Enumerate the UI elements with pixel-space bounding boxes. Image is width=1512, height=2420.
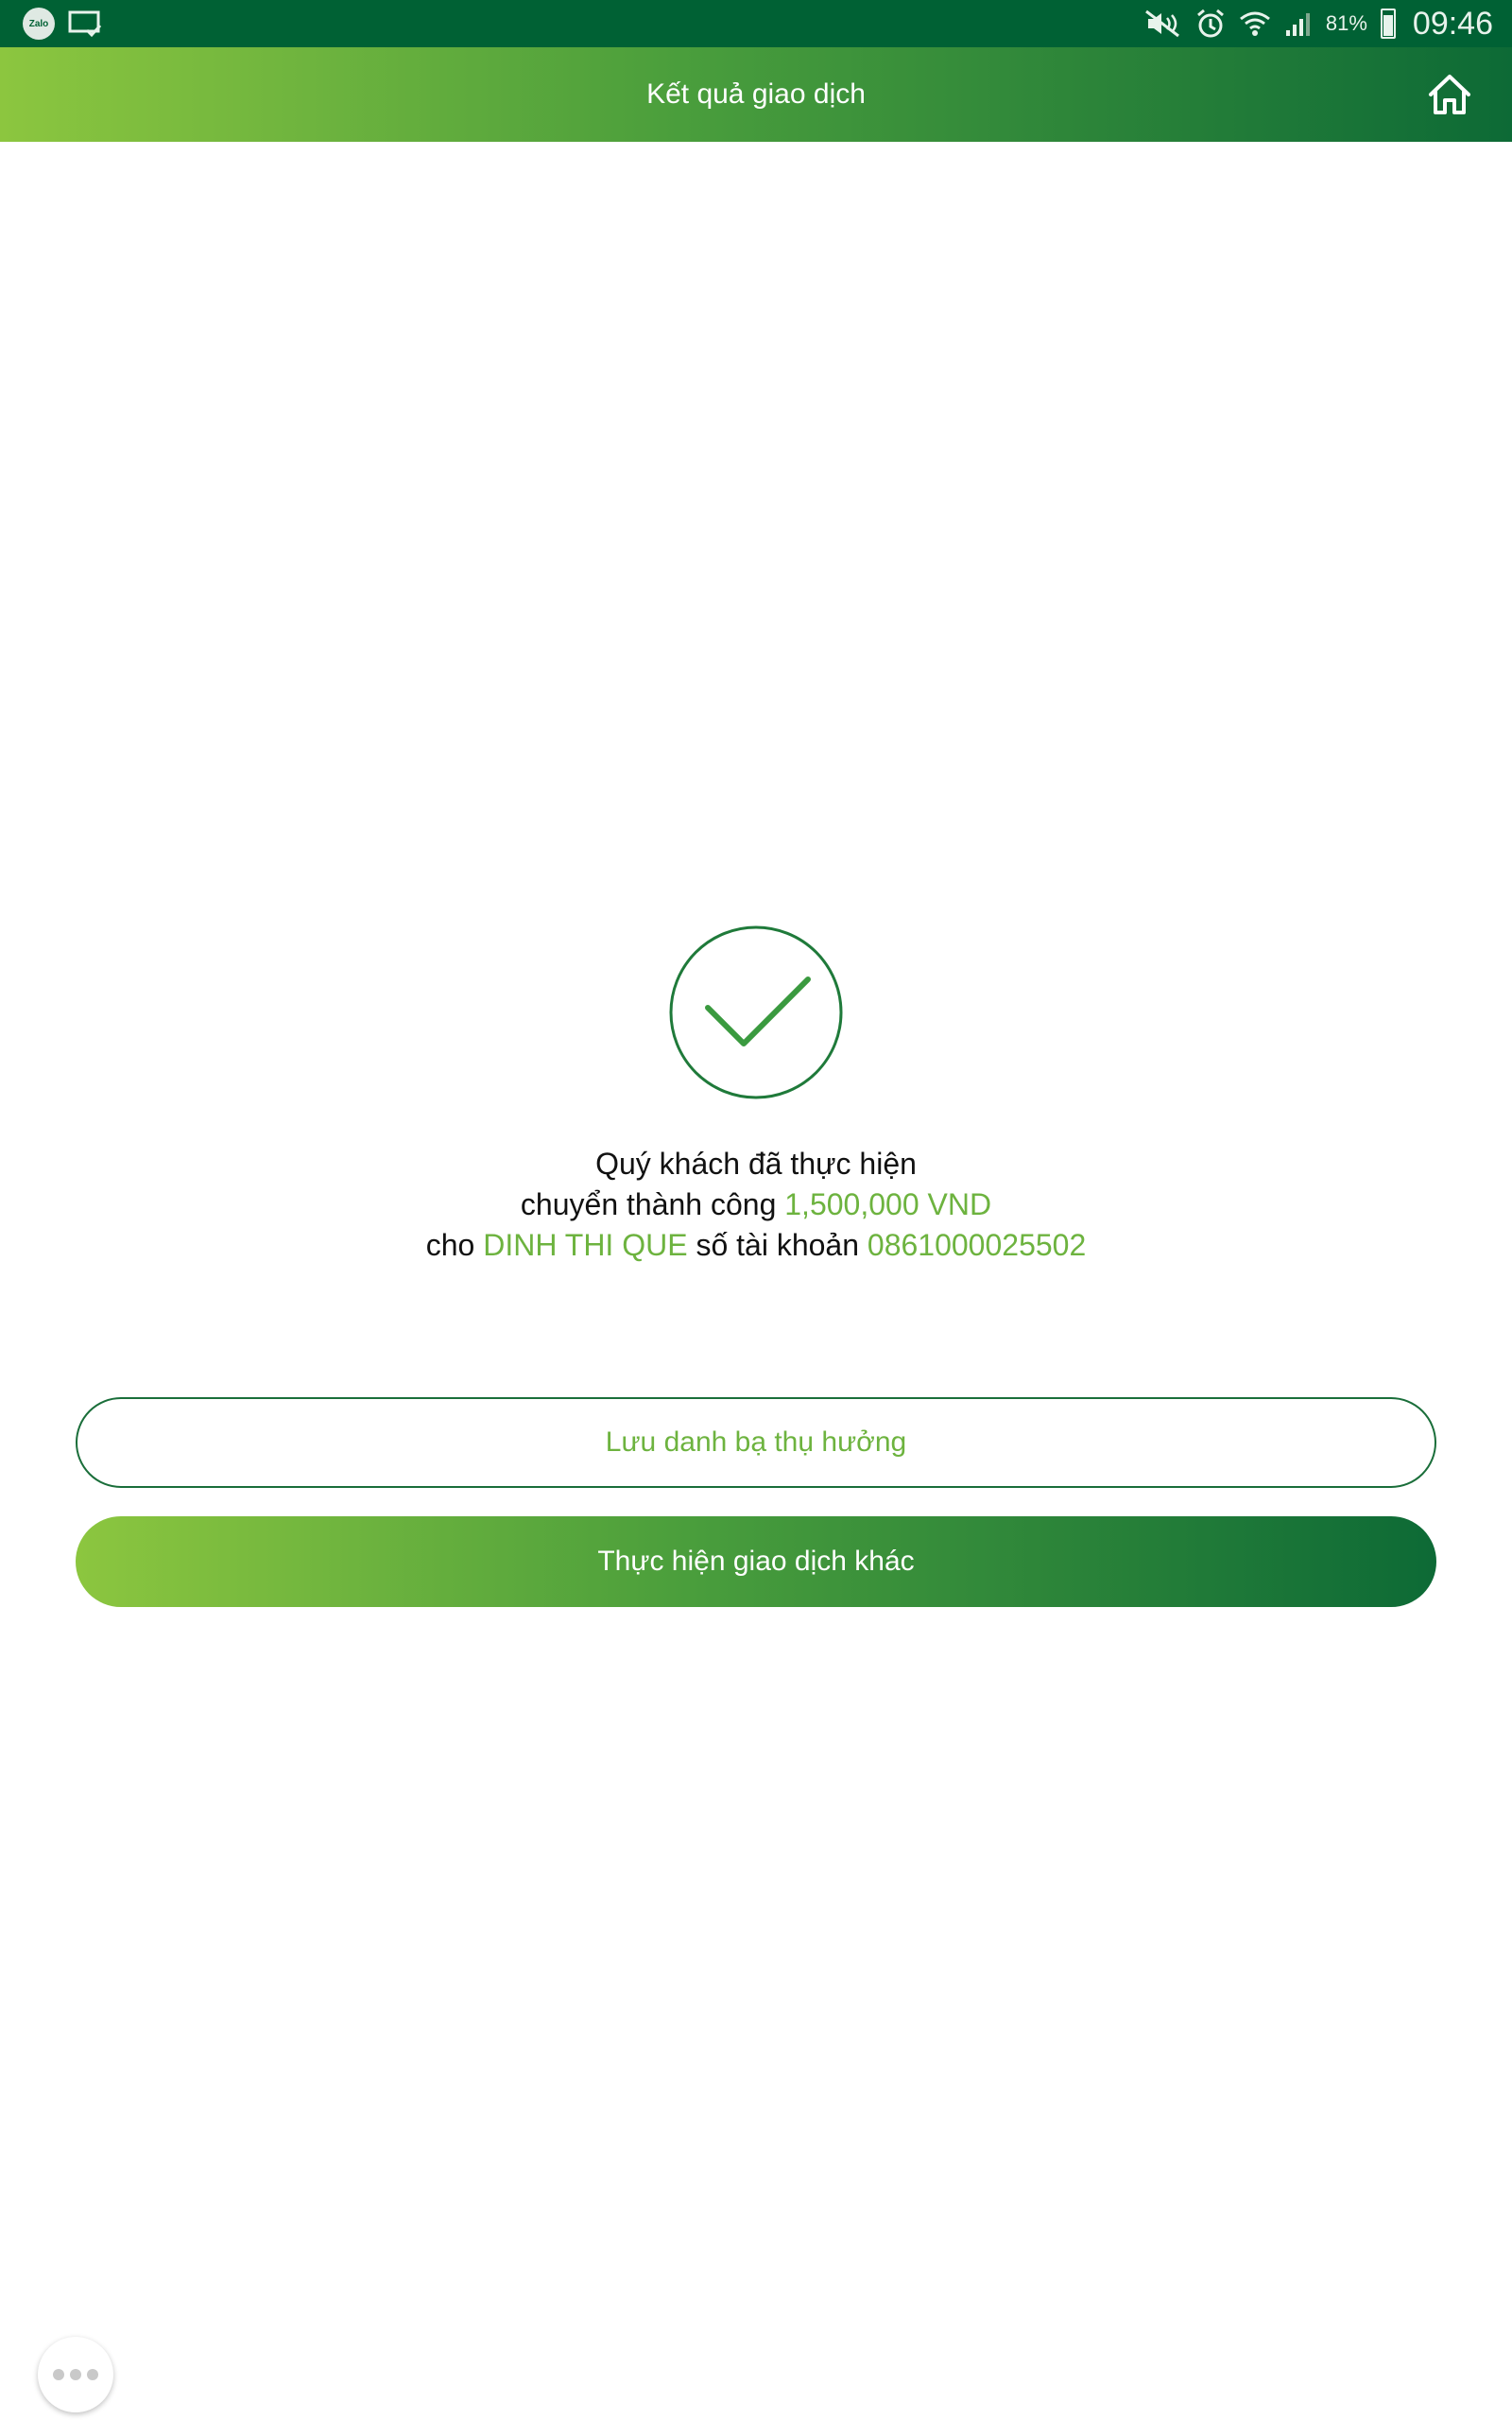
screenshot-icon bbox=[68, 10, 102, 38]
alarm-icon bbox=[1196, 9, 1224, 38]
message-line-2: chuyển thành công 1,500,000 VND bbox=[0, 1184, 1512, 1225]
message-text: cho bbox=[425, 1228, 484, 1262]
save-beneficiary-button[interactable]: Lưu danh bạ thụ hưởng bbox=[76, 1397, 1436, 1488]
status-bar: Zalo 81% 09:46 bbox=[0, 0, 1512, 47]
battery-percent: 81% bbox=[1325, 11, 1367, 35]
result-message: Quý khách đã thực hiện chuyển thành công… bbox=[0, 1144, 1512, 1266]
home-icon bbox=[1429, 75, 1470, 114]
new-transaction-button[interactable]: Thực hiện giao dịch khác bbox=[76, 1516, 1436, 1607]
message-line-1: Quý khách đã thực hiện bbox=[0, 1144, 1512, 1184]
message-text: số tài khoản bbox=[687, 1228, 868, 1262]
message-line-3: cho DINH THI QUE số tài khoản 0861000025… bbox=[0, 1225, 1512, 1266]
mute-icon bbox=[1144, 9, 1179, 38]
more-dot-icon bbox=[70, 2369, 81, 2380]
status-left: Zalo bbox=[23, 6, 102, 42]
status-right: 81% 09:46 bbox=[1144, 0, 1493, 47]
transfer-amount: 1,500,000 VND bbox=[784, 1187, 992, 1221]
message-text: Quý khách đã thực hiện bbox=[595, 1147, 917, 1181]
app-header: Kết quả giao dịch bbox=[0, 47, 1512, 142]
home-button[interactable] bbox=[1425, 70, 1474, 119]
message-text: chuyển thành công bbox=[520, 1187, 785, 1221]
signal-icon bbox=[1285, 13, 1310, 36]
success-check-icon bbox=[668, 925, 844, 1100]
page-title: Kết quả giao dịch bbox=[646, 78, 866, 110]
battery-icon bbox=[1380, 9, 1396, 39]
recipient-name: DINH THI QUE bbox=[483, 1228, 688, 1262]
clock: 09:46 bbox=[1412, 5, 1493, 42]
more-dot-icon bbox=[87, 2369, 98, 2380]
zalo-icon: Zalo bbox=[23, 8, 55, 40]
transaction-result-screen: Zalo 81% 09:46 Kết quả giao dịch Quý khá… bbox=[0, 0, 1512, 2420]
account-number: 0861000025502 bbox=[867, 1228, 1087, 1262]
more-dot-icon bbox=[53, 2369, 64, 2380]
more-options-button[interactable] bbox=[38, 2337, 113, 2412]
wifi-icon bbox=[1239, 11, 1270, 36]
